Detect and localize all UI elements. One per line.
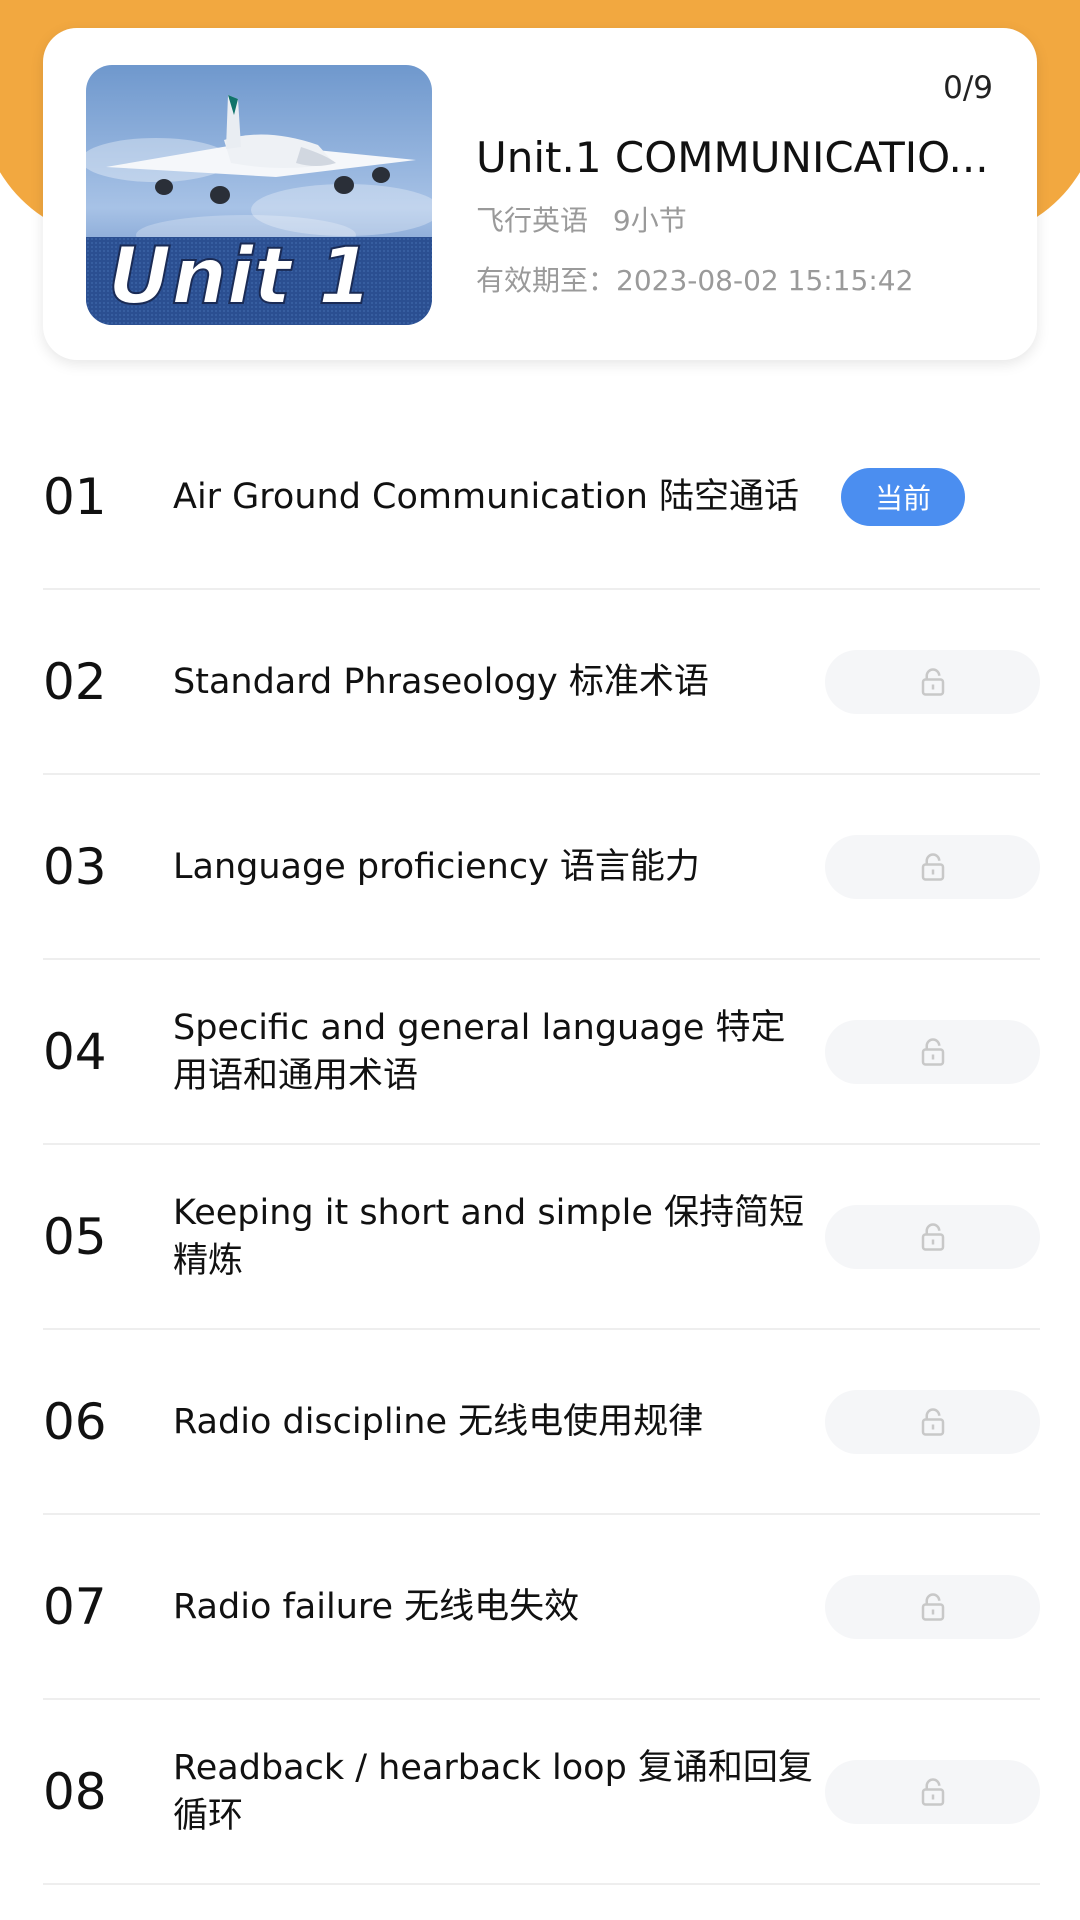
locked-badge — [825, 1389, 1040, 1454]
course-meta: 飞行英语 9小节 — [476, 199, 687, 239]
lesson-number: 03 — [43, 837, 107, 896]
locked-badge — [825, 1574, 1040, 1639]
current-lesson-badge[interactable]: 当前 — [841, 467, 965, 526]
locked-badge — [825, 1759, 1040, 1824]
lesson-row-06[interactable]: 06 Radio discipline 无线电使用规律 — [43, 1330, 1040, 1515]
lesson-row-08[interactable]: 08 Readback / hearback loop 复诵和回复循环 — [43, 1700, 1040, 1885]
lesson-row-07[interactable]: 07 Radio failure 无线电失效 — [43, 1515, 1040, 1700]
lesson-number: 06 — [43, 1392, 107, 1451]
locked-badge — [825, 1019, 1040, 1084]
lesson-number: 04 — [43, 1022, 107, 1081]
lesson-title: Specific and general language 特定用语和通用术语 — [173, 1007, 786, 1096]
lesson-row-01[interactable]: 01 Air Ground Communication 陆空通话 当前 — [43, 405, 1040, 590]
lock-icon — [921, 1037, 944, 1066]
lesson-number: 07 — [43, 1577, 107, 1636]
lock-icon — [921, 667, 944, 696]
lesson-row-03[interactable]: 03 Language proficiency 语言能力 — [43, 775, 1040, 960]
lesson-list: 01 Air Ground Communication 陆空通话 当前 02 S… — [0, 405, 1080, 1885]
lesson-number: 01 — [43, 467, 107, 526]
lesson-title: Air Ground Communication 陆空通话 — [173, 476, 800, 517]
lesson-title: Radio discipline 无线电使用规律 — [173, 1401, 704, 1442]
lesson-row-02[interactable]: 02 Standard Phraseology 标准术语 — [43, 590, 1040, 775]
lesson-row-05[interactable]: 05 Keeping it short and simple 保持简短精炼 — [43, 1145, 1040, 1330]
locked-badge — [825, 1204, 1040, 1269]
course-title: Unit.1 COMMUNICATIO... — [476, 133, 989, 182]
lock-icon — [921, 1407, 944, 1436]
course-category: 飞行英语 — [476, 204, 589, 237]
course-section-count: 9小节 — [612, 204, 687, 237]
lesson-title: Keeping it short and simple 保持简短精炼 — [173, 1192, 805, 1281]
lock-icon — [921, 1222, 944, 1251]
locked-badge — [825, 649, 1040, 714]
lesson-row-04[interactable]: 04 Specific and general language 特定用语和通用… — [43, 960, 1040, 1145]
lock-icon — [921, 852, 944, 881]
progress-count: 0/9 — [943, 70, 993, 106]
course-card[interactable]: Unit 1 0/9 Unit.1 COMMUNICATIO... 飞行英语 9… — [43, 28, 1037, 360]
lesson-number: 08 — [43, 1762, 107, 1821]
lock-icon — [921, 1592, 944, 1621]
lock-icon — [921, 1777, 944, 1806]
locked-badge — [825, 834, 1040, 899]
lesson-title: Standard Phraseology 标准术语 — [173, 661, 709, 702]
lesson-number: 02 — [43, 652, 107, 711]
airplane-cover-icon: Unit 1 — [86, 65, 432, 325]
course-cover-image: Unit 1 — [86, 65, 432, 325]
lesson-title: Radio failure 无线电失效 — [173, 1586, 580, 1627]
course-expiry: 有效期至：2023-08-02 15:15:42 — [476, 264, 914, 297]
lesson-title: Language proficiency 语言能力 — [173, 846, 700, 887]
lesson-title: Readback / hearback loop 复诵和回复循环 — [173, 1747, 813, 1836]
cover-title-text: Unit 1 — [108, 232, 372, 322]
course-page: Unit 1 0/9 Unit.1 COMMUNICATIO... 飞行英语 9… — [0, 0, 1080, 1920]
lesson-number: 05 — [43, 1207, 107, 1266]
